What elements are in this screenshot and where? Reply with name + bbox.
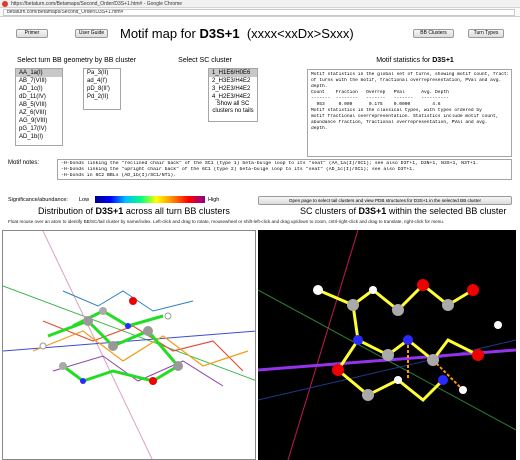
turn-types-button[interactable]: Turn Types [468, 29, 504, 38]
page-title: Motif map for D3S+1 (xxxx<xxDx>Sxxx) [120, 25, 410, 43]
list-item[interactable]: pG_17(IV) [16, 125, 62, 133]
motif-stats-box[interactable]: Motif statistics in the global set of tu… [307, 69, 512, 157]
list-item[interactable]: AB_7(VIII) [16, 77, 62, 85]
left-molecule-viewer[interactable] [2, 230, 256, 460]
browser-titlebar: https://betaturn.com/Betamaps/Second_Ord… [0, 0, 520, 8]
notes-label: Motif notes: [8, 160, 40, 166]
bb-cluster-label: Select turn BB geometry by BB cluster [16, 57, 137, 64]
right-title-prefix: SC clusters of [300, 206, 359, 216]
bb-cluster-list-1[interactable]: AA_1a(I) AB_7(VIII) AD_1c(I) dD_11(IV) A… [15, 68, 63, 146]
list-item[interactable]: AD_1b(I) [16, 133, 62, 141]
legend-low: Low [79, 197, 90, 203]
list-item[interactable]: 4_H2E3/H4E2 [209, 93, 257, 101]
stats-line: depth. [311, 126, 328, 131]
right-title-suffix: within the selected BB cluster [386, 206, 507, 216]
address-bar-area: betaturn.com/Betamaps/Second_Order/D3S+1… [0, 8, 520, 17]
window-title: https://betaturn.com/Betamaps/Second_Ord… [11, 1, 183, 7]
legend-high: High [208, 197, 220, 203]
stats-line: abundance fraction, fractional overrepre… [311, 120, 488, 125]
viewer-instructions: Float mouse over an atom to identify BB/… [8, 219, 445, 224]
significance-color-bar [95, 196, 205, 203]
user-guide-button[interactable]: User Guide [75, 29, 108, 38]
right-title-motif: D3S+1 [358, 206, 387, 216]
list-item[interactable]: dD_11(IV) [16, 93, 62, 101]
list-item[interactable]: AB_5(VIII) [16, 101, 62, 109]
right-molecule-viewer[interactable] [258, 230, 516, 460]
chrome-logo-icon [2, 1, 8, 7]
show-all-sc-clusters[interactable]: Show all SC clusters no tails [209, 101, 257, 115]
sc-cluster-list[interactable]: 1_H1E6/H0E6 2_H3E3/H4E2 3_H2E3/H4E2 4_H2… [208, 68, 258, 122]
list-item[interactable]: AA_1a(I) [16, 69, 62, 77]
stats-line: of turns with the motif, fractional over… [311, 78, 502, 83]
primer-button[interactable]: Primer [16, 29, 48, 38]
list-item[interactable]: Pd_2(II) [84, 93, 120, 101]
title-pattern: (xxxx<xxDx>Sxxx) [246, 26, 354, 41]
list-item[interactable]: AZ_6(VIII) [16, 109, 62, 117]
list-item[interactable]: Pa_3(II) [84, 69, 120, 77]
right-molecule-graphic [258, 230, 516, 460]
sc-cluster-label: Select SC cluster [178, 57, 232, 64]
left-molecule-graphic [3, 231, 255, 459]
left-title-motif: D3S+1 [95, 206, 124, 216]
left-title-suffix: across all turn BB clusters [123, 206, 230, 216]
list-item[interactable]: AD_1c(I) [16, 85, 62, 93]
list-item[interactable]: pD_8(II') [84, 85, 120, 93]
stats-label-prefix: Motif statistics for [376, 57, 433, 64]
list-item[interactable]: ad_4(I') [84, 77, 120, 85]
left-panel-title: Distribution of D3S+1 across all turn BB… [38, 206, 230, 216]
address-bar[interactable]: betaturn.com/Betamaps/Second_Order/D3S+1… [3, 9, 515, 16]
stats-label: Motif statistics for D3S+1 [360, 57, 470, 64]
note-line: -H-bonds in 6C2 BBLs (AD_1b(I)/SC1/NT1). [61, 173, 177, 178]
list-item[interactable]: AG_9(VIII) [16, 117, 62, 125]
significance-label: Significance/abundance: [8, 197, 68, 203]
list-item[interactable]: 1_H1E6/H0E6 [209, 69, 257, 77]
list-item[interactable]: 3_H2E3/H4E2 [209, 85, 257, 93]
open-page-button[interactable]: Open page to select tail clusters and vi… [258, 196, 512, 205]
right-panel-title: SC clusters of D3S+1 within the selected… [300, 206, 506, 216]
motif-notes-box[interactable]: -H-bonds linking the "reclined chair bac… [57, 159, 512, 180]
stats-label-motif: D3S+1 [432, 57, 454, 64]
title-motif: D3S+1 [199, 26, 240, 41]
bb-cluster-list-2[interactable]: Pa_3(II) ad_4(I') pD_8(II') Pd_2(II) [83, 68, 121, 110]
title-prefix: Motif map for [120, 26, 200, 41]
left-title-prefix: Distribution of [38, 206, 96, 216]
bb-clusters-button[interactable]: BB Clusters [413, 29, 454, 38]
list-item[interactable]: 2_H3E3/H4E2 [209, 77, 257, 85]
